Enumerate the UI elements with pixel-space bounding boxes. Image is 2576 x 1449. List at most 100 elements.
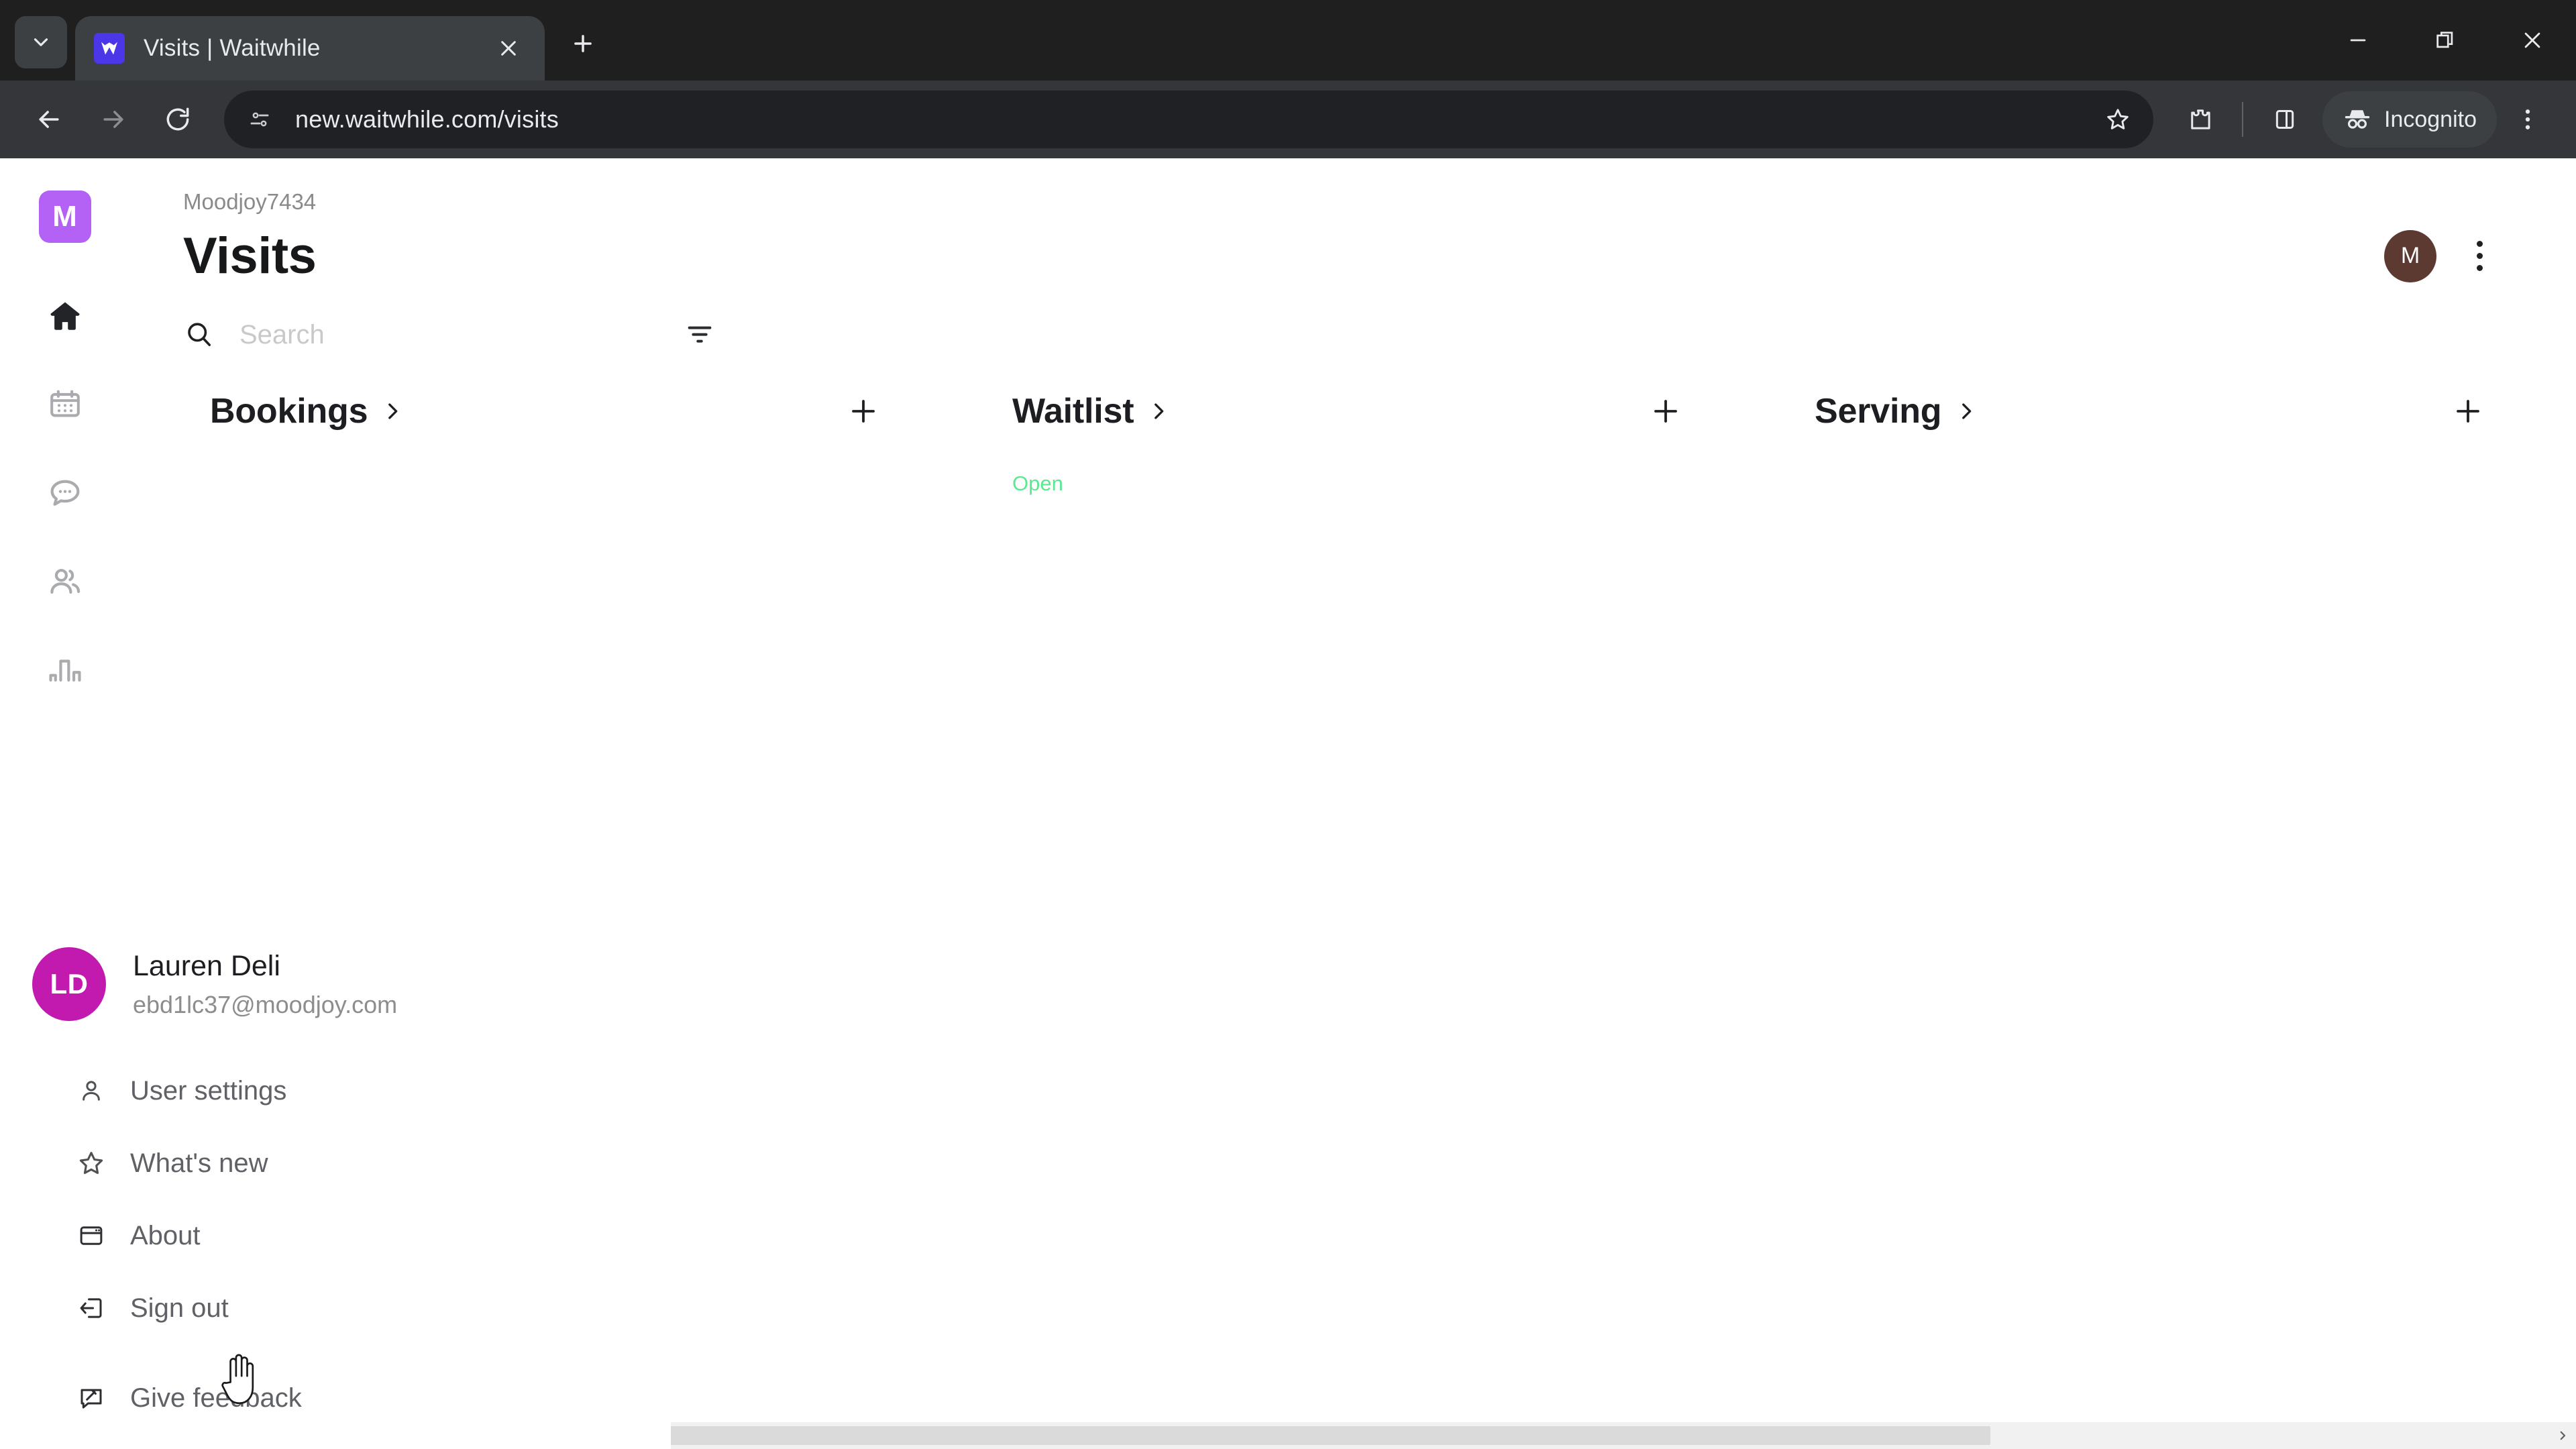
arrow-right-icon <box>103 111 123 128</box>
column-header: Waitlist <box>1012 390 1734 433</box>
add-waitlist-button[interactable] <box>1644 390 1687 433</box>
address-bar[interactable]: new.waitwhile.com/visits <box>224 91 2153 148</box>
incognito-label: Incognito <box>2384 106 2477 132</box>
plus-icon <box>574 35 592 52</box>
close-window-button[interactable] <box>2489 0 2576 80</box>
search-icon <box>188 323 211 346</box>
filter-icon <box>688 326 712 343</box>
extensions-button[interactable] <box>2172 91 2229 148</box>
sign-out-icon <box>75 1292 107 1324</box>
user-email: ebd1lc37@moodjoy.com <box>133 990 398 1018</box>
tab-search-button[interactable] <box>15 16 67 68</box>
scroll-right-button[interactable] <box>2549 1422 2576 1449</box>
tab-title: Visits | Waitwhile <box>144 35 321 61</box>
browser-toolbar: new.waitwhile.com/visits Incognito <box>0 80 2576 158</box>
reload-button[interactable] <box>149 91 207 148</box>
incognito-icon <box>2345 110 2370 129</box>
sidebar-item-messages[interactable] <box>42 470 89 517</box>
chevron-right-icon[interactable] <box>1955 400 1978 423</box>
menu-item-user-settings[interactable]: User settings <box>0 1055 671 1127</box>
chat-bubble-icon <box>50 480 79 506</box>
user-menu-profile: LD Lauren Deli ebd1lc37@moodjoy.com <box>0 947 671 1021</box>
menu-item-label: User settings <box>130 1075 287 1106</box>
home-icon <box>50 302 79 330</box>
user-identity: Lauren Deli ebd1lc37@moodjoy.com <box>133 950 397 1019</box>
menu-item-label: About <box>130 1220 201 1250</box>
filter-button[interactable] <box>678 313 721 356</box>
column-title[interactable]: Bookings <box>210 391 368 431</box>
menu-item-sign-out[interactable]: Sign out <box>0 1272 671 1344</box>
search-row: Search <box>129 285 2576 356</box>
plus-icon <box>852 400 875 423</box>
add-serving-button[interactable] <box>2447 390 2489 433</box>
menu-item-label: Sign out <box>130 1293 229 1323</box>
close-icon <box>2524 32 2540 48</box>
dot <box>2476 241 2483 247</box>
breadcrumb[interactable]: Moodjoy7434 <box>129 158 2576 215</box>
window-controls <box>2314 0 2576 80</box>
browser-window: Visits | Waitwhile new.waitwhile.com/vis… <box>0 0 2576 1449</box>
plus-icon <box>1654 400 1677 423</box>
bookmark-button[interactable] <box>2097 99 2139 140</box>
menu-item-whats-new[interactable]: What's new <box>0 1127 671 1199</box>
tab-close-button[interactable] <box>491 31 526 66</box>
extensions-icon <box>2191 109 2210 129</box>
star-icon <box>2107 109 2129 129</box>
back-button[interactable] <box>20 91 78 148</box>
kebab-menu-icon <box>2525 109 2530 129</box>
web-page: M Moodjoy7434 Visits M Search Bookings W… <box>0 158 2576 1449</box>
person-icon <box>75 1075 107 1107</box>
chrome-menu-button[interactable] <box>2500 91 2556 148</box>
side-panel-button[interactable] <box>2257 91 2313 148</box>
add-booking-button[interactable] <box>842 390 885 433</box>
bar-chart-icon <box>48 659 81 682</box>
user-menu-items: User settings What's new About Sign out … <box>0 1055 671 1434</box>
sidebar-item-calendar[interactable] <box>42 381 89 428</box>
toolbar-divider <box>2242 102 2243 137</box>
tune-icon <box>250 112 269 127</box>
chevron-right-icon[interactable] <box>1147 400 1170 423</box>
star-icon <box>75 1147 107 1179</box>
window-icon <box>75 1220 107 1252</box>
close-icon <box>501 41 516 56</box>
user-avatar: LD <box>32 947 106 1021</box>
search-input[interactable]: Search <box>183 319 653 351</box>
column-title[interactable]: Serving <box>1815 391 1942 431</box>
column-header: Bookings <box>210 390 932 433</box>
side-panel-icon <box>2275 110 2294 129</box>
sidebar-item-customers[interactable] <box>42 558 89 605</box>
maximize-button[interactable] <box>2402 0 2489 80</box>
people-icon <box>50 569 80 594</box>
minimize-icon <box>2350 39 2366 42</box>
board-column-serving: Serving <box>1734 390 2536 1449</box>
account-avatar[interactable]: M <box>2384 229 2436 282</box>
page-header: Visits M <box>129 215 2576 285</box>
sidebar-item-home[interactable] <box>42 292 89 339</box>
sidebar-item-analytics[interactable] <box>42 647 89 694</box>
new-tab-button[interactable] <box>559 20 606 67</box>
user-name: Lauren Deli <box>133 949 280 982</box>
menu-item-label: Give feedback <box>130 1383 302 1413</box>
arrow-left-icon <box>39 111 59 128</box>
workspace-logo[interactable]: M <box>38 191 91 243</box>
dot <box>2476 265 2483 271</box>
page-header-actions: M <box>2384 229 2522 282</box>
chevron-right-icon[interactable] <box>381 400 404 423</box>
page-more-button[interactable] <box>2459 233 2500 280</box>
incognito-indicator[interactable]: Incognito <box>2322 91 2497 148</box>
column-title[interactable]: Waitlist <box>1012 391 1134 431</box>
column-status-open: Open <box>1012 472 1063 495</box>
menu-item-label: What's new <box>130 1148 268 1178</box>
forward-button[interactable] <box>85 91 142 148</box>
column-header: Serving <box>1815 390 2536 433</box>
calendar-icon <box>50 390 80 417</box>
minimize-button[interactable] <box>2314 0 2402 80</box>
menu-item-give-feedback[interactable]: Give feedback <box>0 1362 671 1434</box>
chevron-right-icon <box>2560 1431 2566 1440</box>
browser-tab-active[interactable]: Visits | Waitwhile <box>75 16 545 80</box>
site-info-button[interactable] <box>239 99 280 140</box>
tab-strip: Visits | Waitwhile <box>0 0 2576 80</box>
waitwhile-favicon <box>94 33 125 64</box>
menu-item-about[interactable]: About <box>0 1199 671 1272</box>
board-column-waitlist: Waitlist Open <box>932 390 1734 1449</box>
